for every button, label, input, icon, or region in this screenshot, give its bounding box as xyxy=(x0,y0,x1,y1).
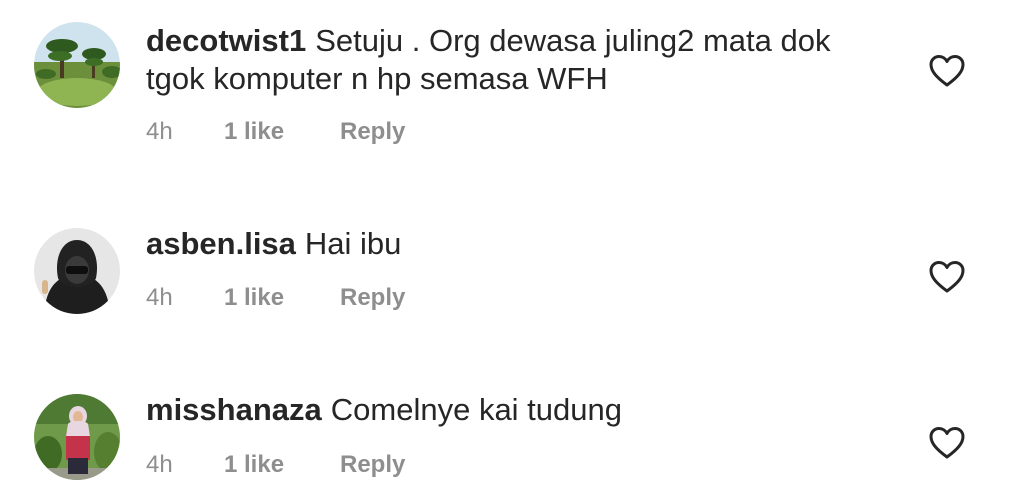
heart-outline-icon[interactable] xyxy=(928,54,966,88)
heart-outline-icon[interactable] xyxy=(928,260,966,294)
comment-time: 4h xyxy=(146,451,173,478)
username[interactable]: decotwist1 xyxy=(146,23,306,58)
likes-count[interactable]: 1 like xyxy=(224,118,340,146)
comment-text: Comelnye kai tudung xyxy=(330,392,622,427)
comment-time: 4h xyxy=(146,284,173,311)
avatar[interactable] xyxy=(34,22,120,108)
comment-meta: 4h 1 like Reply xyxy=(146,451,405,479)
username[interactable]: misshanaza xyxy=(146,392,322,427)
comment-meta: 4h 1 like Reply xyxy=(146,284,405,312)
comment-text: Hai ibu xyxy=(304,226,402,261)
avatar[interactable] xyxy=(34,394,120,480)
reply-button[interactable]: Reply xyxy=(340,284,405,312)
reply-button[interactable]: Reply xyxy=(340,118,405,146)
reply-button[interactable]: Reply xyxy=(340,451,405,479)
comment-body: asben.lisa Hai ibu xyxy=(146,225,886,263)
comment-body: decotwist1 Setuju . Org dewasa juling2 ma… xyxy=(146,22,886,98)
comment-meta: 4h 1 like Reply xyxy=(146,118,405,146)
comment-time: 4h xyxy=(146,118,173,145)
comment-body: misshanaza Comelnye kai tudung xyxy=(146,391,886,429)
likes-count[interactable]: 1 like xyxy=(224,284,340,312)
username[interactable]: asben.lisa xyxy=(146,226,296,261)
woman-in-hijab-icon xyxy=(34,394,120,480)
avatar[interactable] xyxy=(34,228,120,314)
garden-trees-icon xyxy=(34,22,120,108)
heart-outline-icon[interactable] xyxy=(928,426,966,460)
hooded-person-icon xyxy=(34,228,120,314)
likes-count[interactable]: 1 like xyxy=(224,451,340,479)
